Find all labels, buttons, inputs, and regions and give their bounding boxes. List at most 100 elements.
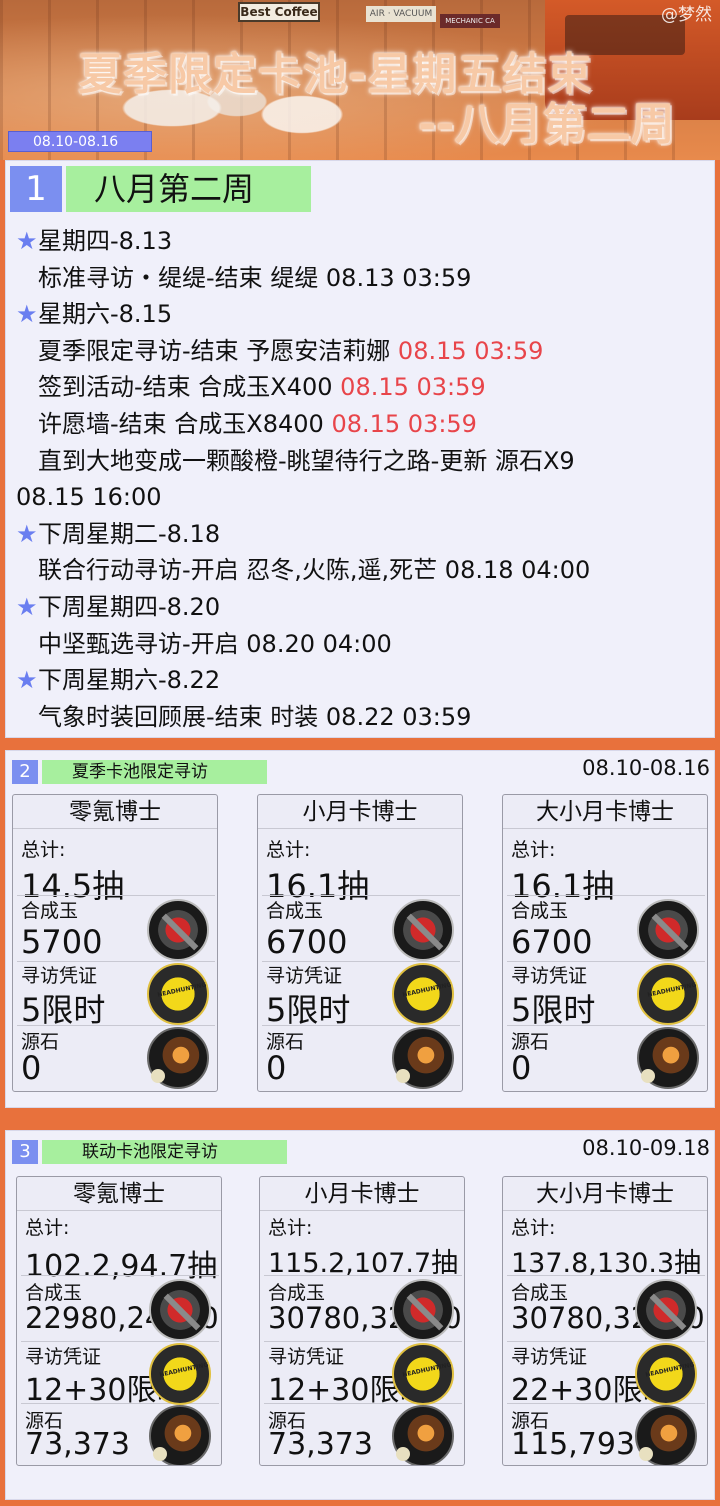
card-title: 零氪博士 <box>17 1177 221 1211</box>
section-date-range: 08.10-09.18 <box>582 1136 710 1160</box>
schedule-item-time: 08.15 03:59 <box>397 336 544 365</box>
star-icon: ★ <box>16 227 38 255</box>
headhunting-permit-icon <box>637 963 699 1025</box>
originite-prime-icon <box>635 1405 697 1465</box>
schedule-item-time: 08.15 16:00 <box>16 483 162 512</box>
card-title: 大小月卡博士 <box>503 795 707 829</box>
schedule-day: ★ 星期六-8.15 <box>16 296 706 333</box>
divider <box>507 1025 705 1026</box>
schedule-list: ★ 星期四-8.13 标准寻访・缇缇-结束 缇缇 08.13 03:59 ★ 星期六-8… <box>16 223 706 735</box>
resource-card: 大小月卡博士 总计: 137.8,130.3抽 合成玉 30780,32780 寻访凭证 2… <box>502 1176 708 1466</box>
section-title: 八月第二周 <box>66 166 311 212</box>
orundum-label: 合成玉 <box>511 900 569 922</box>
schedule-item-text: 夏季限定寻访-结束 予愿安洁莉娜 <box>38 336 398 365</box>
permit-label: 寻访凭证 <box>511 965 588 987</box>
prime-value: 0 <box>511 1049 532 1087</box>
schedule-item-text: 签到活动-结束 合成玉X400 <box>38 373 341 402</box>
banner-subtitle: --八月第二周 <box>418 99 675 150</box>
resource-card: 零氪博士 总计: 14.5抽 合成玉 5700 寻访凭证 5限时 源石 0 <box>12 794 218 1092</box>
card-title: 大小月卡博士 <box>503 1177 707 1211</box>
collab-banner-panel: 3 联动卡池限定寻访 08.10-09.18 零氪博士 总计: 102.2,94.7… <box>5 1130 715 1500</box>
schedule-item: 许愿墙-结束 合成玉X8400 08.15 03:59 <box>16 406 706 443</box>
orundum-value: 5700 <box>21 923 103 961</box>
orundum-icon <box>637 899 699 961</box>
prime-value: 0 <box>266 1049 287 1087</box>
star-icon: ★ <box>16 592 38 621</box>
schedule-item-text: 许愿墙-结束 合成玉X8400 <box>38 409 332 438</box>
section-title: 联动卡池限定寻访 <box>42 1140 287 1164</box>
total-label: 总计: <box>511 839 556 861</box>
card-title: 零氪博士 <box>13 795 217 829</box>
section-number: 2 <box>12 760 38 784</box>
originite-prime-icon <box>637 1027 699 1089</box>
schedule-item-text: 标准寻访・缇缇-结束 缇缇 08.13 03:59 <box>38 263 472 292</box>
prime-value: 115,793 <box>511 1427 636 1462</box>
total-label: 总计: <box>25 1217 70 1239</box>
total-label: 总计: <box>511 1217 556 1239</box>
resource-card: 零氪博士 总计: 102.2,94.7抽 合成玉 22980,24980 寻访凭证 12+3… <box>16 1176 222 1466</box>
resource-card: 大小月卡博士 总计: 16.1抽 合成玉 6700 寻访凭证 5限时 源石 0 <box>502 794 708 1092</box>
schedule-item-time: 08.15 03:59 <box>340 373 486 402</box>
orundum-icon <box>149 1279 211 1341</box>
shop-sign-air: AIR · VACUUM <box>366 6 436 22</box>
headhunting-permit-icon <box>635 1343 697 1405</box>
headhunting-permit-icon <box>149 1343 211 1405</box>
shop-sign-mechanic: MECHANIC CA <box>440 14 500 28</box>
section-number: 3 <box>12 1140 38 1164</box>
permit-label: 寻访凭证 <box>266 965 343 987</box>
orundum-label: 合成玉 <box>21 900 79 922</box>
orundum-icon <box>392 899 454 961</box>
divider <box>17 1025 215 1026</box>
section-date-range: 08.10-08.16 <box>582 756 710 780</box>
schedule-day: ★ 星期四-8.13 <box>16 223 706 260</box>
date-range-badge: 08.10-08.16 <box>8 131 152 152</box>
headhunting-permit-icon <box>392 963 454 1025</box>
headhunting-permit-icon <box>147 963 209 1025</box>
schedule-day: ★ 下周星期二-8.18 <box>16 516 706 553</box>
star-icon: ★ <box>16 300 38 329</box>
originite-prime-icon <box>149 1405 211 1465</box>
schedule-day: ★ 下周星期四-8.20 <box>16 589 706 626</box>
schedule-item-text: 直到大地变成一颗酸橙-眺望待行之路-更新 源石X9 <box>38 446 575 475</box>
prime-value: 73,373 <box>268 1427 373 1462</box>
schedule-item: 气象时装回顾展-结束 时装 08.22 03:59 <box>16 699 706 736</box>
schedule-item-text: 气象时装回顾展-结束 时装 08.22 03:59 <box>38 702 472 731</box>
section-title: 夏季卡池限定寻访 <box>42 760 267 784</box>
schedule-day-label: 星期四-8.13 <box>38 227 173 255</box>
total-label: 总计: <box>266 839 311 861</box>
section-header: 1 八月第二周 <box>10 166 311 212</box>
card-title: 小月卡博士 <box>260 1177 464 1211</box>
card-title: 小月卡博士 <box>258 795 462 829</box>
schedule-item: 联合行动寻访-开启 忍冬,火陈,遥,死芒 08.18 04:00 <box>16 552 706 589</box>
summer-banner-panel: 2 夏季卡池限定寻访 08.10-08.16 零氪博士 总计: 14.5抽 合成玉 57… <box>5 750 715 1108</box>
shop-sign: Best Coffee <box>238 2 320 22</box>
prime-value: 0 <box>21 1049 42 1087</box>
orundum-icon <box>392 1279 454 1341</box>
section-header: 3 联动卡池限定寻访 <box>12 1140 287 1164</box>
resource-card: 小月卡博士 总计: 115.2,107.7抽 合成玉 30780,32780 寻访凭证 12… <box>259 1176 465 1466</box>
orundum-label: 合成玉 <box>266 900 324 922</box>
schedule-panel: 1 八月第二周 ★ 星期四-8.13 标准寻访・缇缇-结束 缇缇 08.13 03:… <box>5 160 715 738</box>
schedule-day-label: 下周星期六-8.22 <box>38 666 221 695</box>
orundum-value: 6700 <box>511 923 593 961</box>
schedule-item: 直到大地变成一颗酸橙-眺望待行之路-更新 源石X9 <box>16 443 706 480</box>
schedule-item: 签到活动-结束 合成玉X400 08.15 03:59 <box>16 369 706 406</box>
divider <box>21 1275 219 1276</box>
schedule-item: 夏季限定寻访-结束 予愿安洁莉娜 08.15 03:59 <box>16 333 706 370</box>
schedule-day-label: 下周星期四-8.20 <box>38 592 221 621</box>
prime-value: 73,373 <box>25 1427 130 1462</box>
schedule-day: ★ 下周星期六-8.22 <box>16 662 706 699</box>
star-icon: ★ <box>16 666 38 695</box>
schedule-item-text: 联合行动寻访-开启 忍冬,火陈,遥,死芒 08.18 04:00 <box>38 556 591 585</box>
orundum-icon <box>147 899 209 961</box>
schedule-item: 中坚甄选寻访-开启 08.20 04:00 <box>16 626 706 663</box>
headhunting-permit-icon <box>392 1343 454 1405</box>
divider <box>507 1275 705 1276</box>
originite-prime-icon <box>392 1027 454 1089</box>
divider <box>264 1275 462 1276</box>
divider <box>262 1025 460 1026</box>
total-label: 总计: <box>268 1217 313 1239</box>
schedule-item-time: 08.15 03:59 <box>331 409 477 438</box>
originite-prime-icon <box>392 1405 454 1465</box>
originite-prime-icon <box>147 1027 209 1089</box>
